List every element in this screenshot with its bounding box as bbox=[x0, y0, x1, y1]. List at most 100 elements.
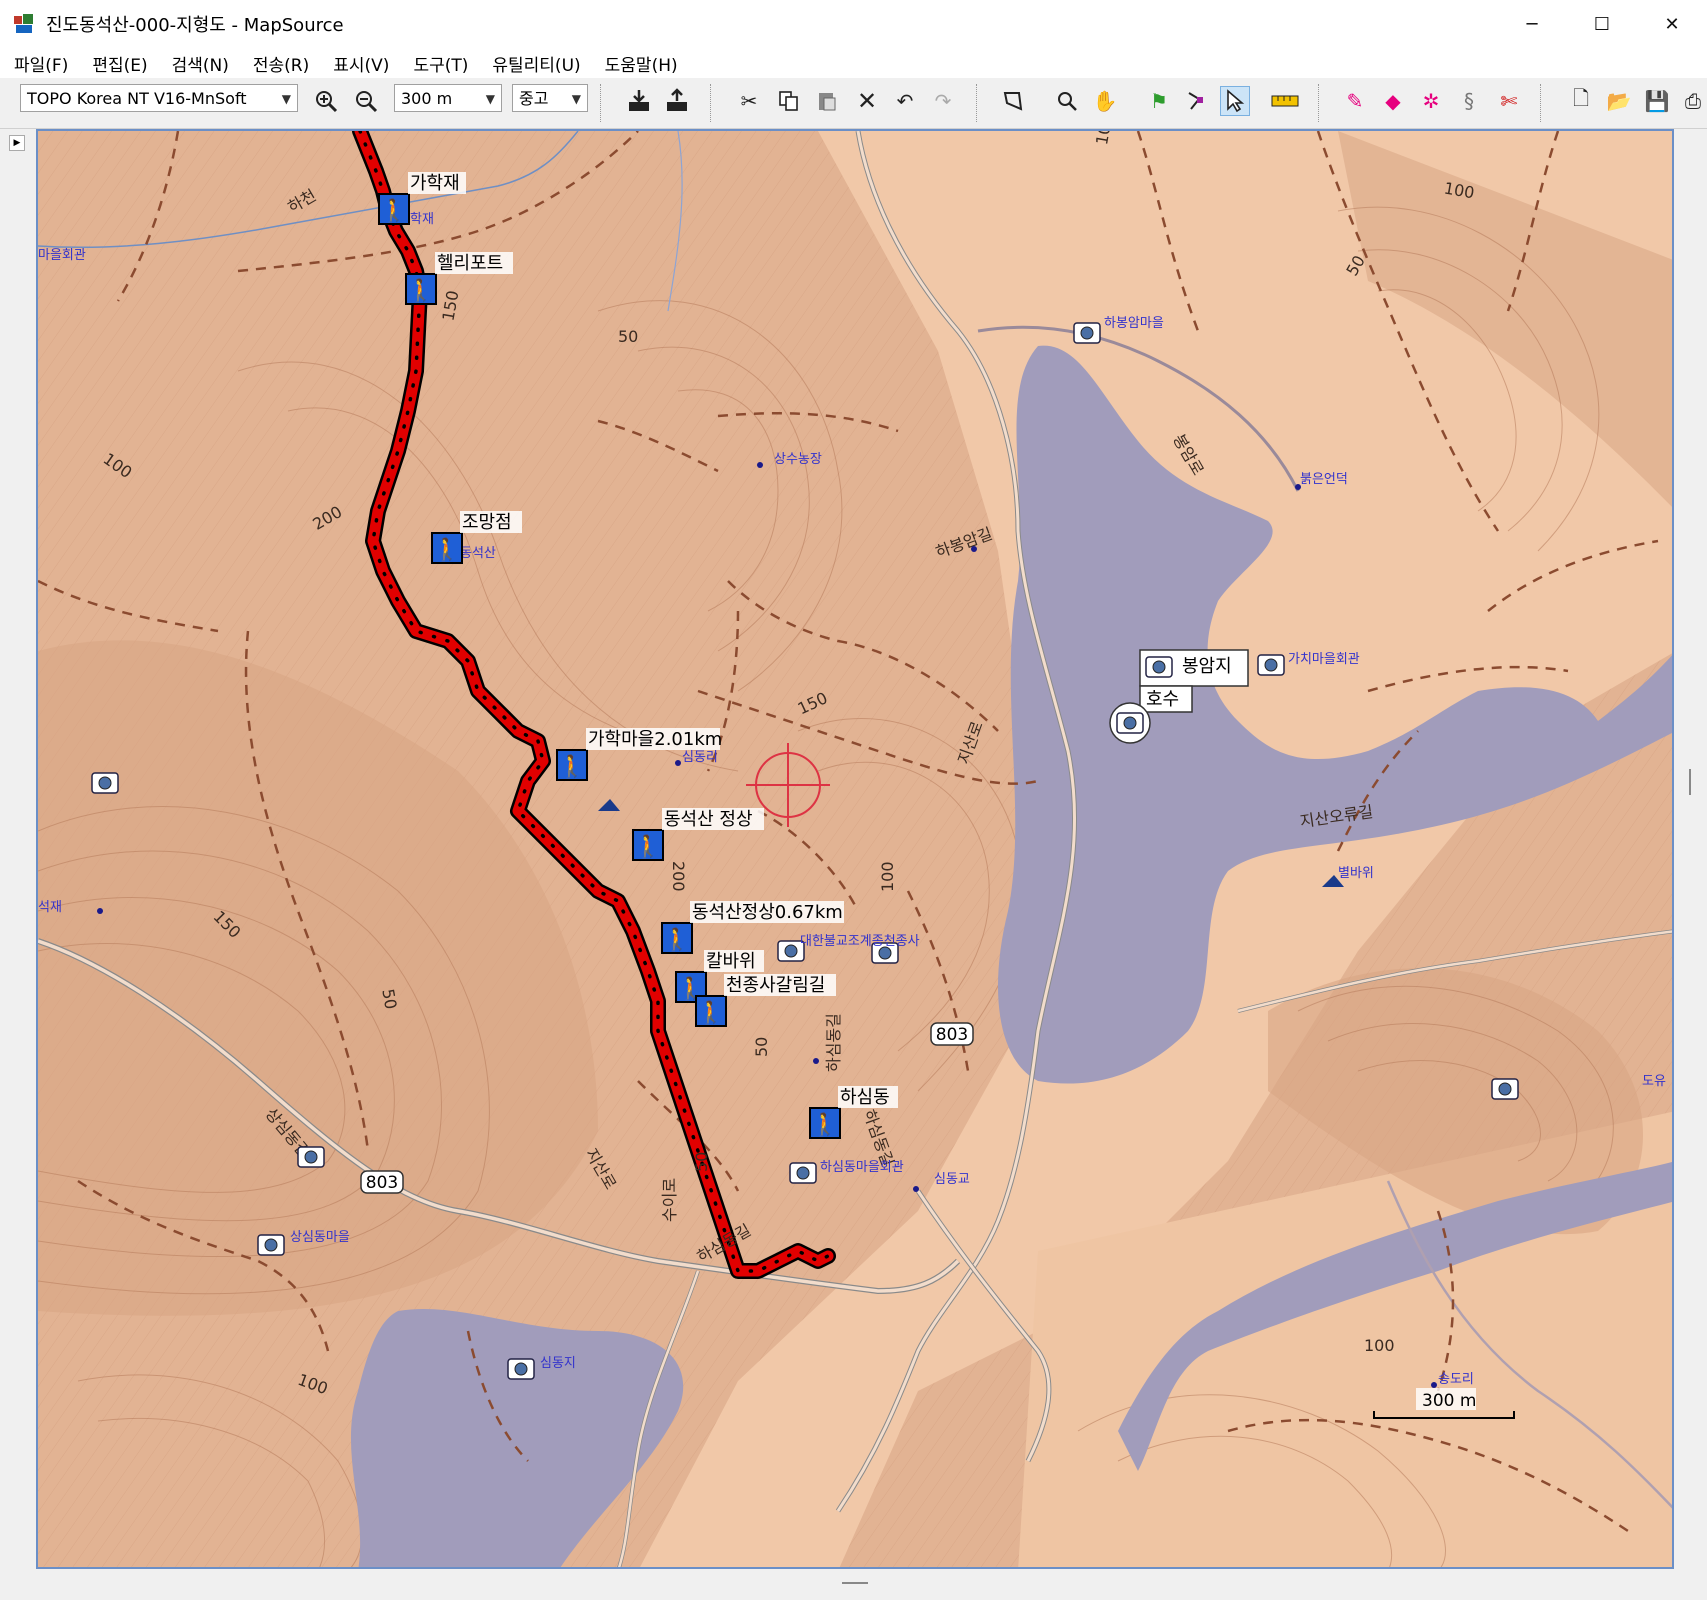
waypoint-label: 천종사갈림길 bbox=[726, 975, 825, 996]
waypoint-label: 동석산정상0.67km bbox=[692, 902, 843, 923]
delete-icon[interactable]: ✕ bbox=[852, 86, 882, 116]
copy-icon[interactable] bbox=[774, 86, 804, 116]
menu-file[interactable]: 파일(F) bbox=[14, 51, 68, 76]
road-label: 수이로 bbox=[660, 1178, 679, 1222]
menu-utilities[interactable]: 유틸리티(U) bbox=[492, 51, 580, 76]
divide-track-icon[interactable]: ✄ bbox=[1494, 86, 1524, 116]
svg-text:803: 803 bbox=[936, 1025, 968, 1045]
print-icon[interactable]: ⎙ bbox=[1678, 86, 1707, 116]
menu-help[interactable]: 도움말(H) bbox=[605, 51, 678, 76]
title-bar: 진도동석산-000-지형도 - MapSource ─ ☐ ✕ bbox=[0, 0, 1707, 48]
chevron-down-icon: ▼ bbox=[281, 92, 291, 106]
contour-label: 50 bbox=[692, 1152, 711, 1172]
place-label: 상심동마을 bbox=[290, 1230, 350, 1245]
place-label: 상수농장 bbox=[774, 452, 822, 467]
close-button[interactable]: ✕ bbox=[1637, 0, 1707, 48]
svg-text:300 m: 300 m bbox=[1422, 1391, 1476, 1411]
toolbar: TOPO Korea NT V16-MnSoft ▼ 300 m ▼ 중고 ▼ … bbox=[0, 78, 1707, 129]
photo-poi-icon[interactable] bbox=[257, 1234, 285, 1256]
expand-panel-icon[interactable]: ▶ bbox=[9, 135, 25, 151]
waypoint-label: 가학재 bbox=[410, 173, 460, 194]
waypoint-label: 가학마을2.01km bbox=[588, 729, 722, 750]
maximize-button[interactable]: ☐ bbox=[1567, 0, 1637, 48]
redo-icon[interactable]: ↷ bbox=[928, 86, 958, 116]
pencil-draw-icon[interactable]: ✎ bbox=[1340, 86, 1370, 116]
left-panel-strip: ▶ bbox=[0, 129, 36, 1600]
menu-bar: 파일(F) 편집(E) 검색(N) 전송(R) 표시(V) 도구(T) 유틸리티… bbox=[0, 48, 1707, 78]
selection-tool-icon[interactable] bbox=[1220, 86, 1250, 116]
svg-text:🚶: 🚶 bbox=[433, 537, 460, 563]
menu-transfer[interactable]: 전송(R) bbox=[253, 51, 309, 76]
cut-icon[interactable]: ✂ bbox=[734, 86, 764, 116]
photo-poi-icon[interactable] bbox=[297, 1146, 325, 1168]
map-canvas[interactable]: 803 803 150 50 100 200 150 50 150 200 10… bbox=[38, 131, 1674, 1569]
minimize-button[interactable]: ─ bbox=[1497, 0, 1567, 48]
svg-text:🚶: 🚶 bbox=[380, 198, 407, 224]
photo-poi-icon[interactable] bbox=[789, 1162, 817, 1184]
chevron-down-icon: ▼ bbox=[571, 92, 581, 106]
toolbar-separator bbox=[710, 84, 713, 122]
map-product-value: TOPO Korea NT V16-MnSoft bbox=[27, 89, 247, 108]
waypoint-label: 동석산 정상 bbox=[664, 809, 753, 830]
zoom-tool-icon[interactable] bbox=[1052, 86, 1082, 116]
new-file-icon[interactable]: 🗋 bbox=[1566, 86, 1596, 116]
place-label: 별바위 bbox=[1338, 866, 1374, 881]
poi-dot bbox=[97, 908, 103, 914]
join-tracks-icon[interactable]: § bbox=[1454, 86, 1484, 116]
toolbar-separator bbox=[600, 84, 603, 122]
mapsource-app-icon bbox=[14, 14, 34, 34]
hand-pan-icon[interactable]: ✋ bbox=[1090, 86, 1120, 116]
zoom-in-icon[interactable] bbox=[311, 86, 341, 116]
tooltip-name: 봉암지 bbox=[1182, 656, 1232, 677]
svg-text:🚶: 🚶 bbox=[634, 834, 661, 860]
paste-icon[interactable] bbox=[812, 86, 842, 116]
track-select-icon[interactable]: ✲ bbox=[1416, 86, 1446, 116]
place-label: 붉은언덕 bbox=[1300, 472, 1348, 487]
photo-poi-icon[interactable] bbox=[1257, 654, 1285, 676]
photo-poi-icon[interactable] bbox=[507, 1358, 535, 1380]
poi-dot bbox=[757, 462, 763, 468]
menu-edit[interactable]: 편집(E) bbox=[92, 51, 147, 76]
contour-label: 200 bbox=[669, 861, 688, 892]
undo-icon[interactable]: ↶ bbox=[890, 86, 920, 116]
map-product-select[interactable]: TOPO Korea NT V16-MnSoft ▼ bbox=[20, 84, 298, 112]
measure-ruler-icon[interactable] bbox=[1270, 86, 1300, 116]
contour-label: 50 bbox=[618, 327, 638, 346]
menu-search[interactable]: 검색(N) bbox=[172, 51, 229, 76]
route-tool-icon[interactable] bbox=[1182, 86, 1212, 116]
route-shield: 803 bbox=[360, 1170, 404, 1194]
poi-dot bbox=[913, 1186, 919, 1192]
menu-view[interactable]: 표시(V) bbox=[333, 51, 389, 76]
save-icon[interactable]: 💾 bbox=[1642, 86, 1672, 116]
contour-label: 50 bbox=[752, 1037, 771, 1057]
place-label: 대한불교조계종천종사 bbox=[800, 934, 920, 949]
waypoint-flag-icon[interactable]: ⚑ bbox=[1144, 86, 1174, 116]
place-label: 송도리 bbox=[1438, 1372, 1474, 1387]
place-label: 도유 bbox=[1642, 1074, 1666, 1089]
photo-poi-icon[interactable] bbox=[1491, 1078, 1519, 1100]
menu-tools[interactable]: 도구(T) bbox=[413, 51, 468, 76]
photo-poi-icon[interactable] bbox=[1073, 322, 1101, 344]
vertical-splitter-handle[interactable] bbox=[1689, 769, 1691, 795]
eraser-icon[interactable]: ◆ bbox=[1378, 86, 1408, 116]
contour-label: 100 bbox=[1364, 1336, 1395, 1355]
send-to-device-icon[interactable] bbox=[662, 86, 692, 116]
place-label: 심동리 bbox=[682, 750, 718, 765]
photo-poi-icon[interactable] bbox=[91, 772, 119, 794]
map-view[interactable]: 803 803 150 50 100 200 150 50 150 200 10… bbox=[36, 129, 1674, 1569]
detail-level-select[interactable]: 중고 ▼ bbox=[512, 84, 588, 112]
open-folder-icon[interactable]: 📂 bbox=[1604, 86, 1634, 116]
right-panel-strip bbox=[1674, 129, 1707, 1600]
zoom-scale-select[interactable]: 300 m ▼ bbox=[394, 84, 502, 112]
receive-from-device-icon[interactable] bbox=[624, 86, 654, 116]
zoom-out-icon[interactable] bbox=[351, 86, 381, 116]
map-select-tool-icon[interactable] bbox=[998, 86, 1028, 116]
horizontal-splitter-handle[interactable] bbox=[842, 1582, 868, 1584]
detail-level-value: 중고 bbox=[519, 89, 549, 108]
tooltip-type: 호수 bbox=[1146, 689, 1179, 710]
place-label: 석재 bbox=[38, 900, 62, 915]
waypoint-label: 헬리포트 bbox=[437, 253, 503, 274]
poi-dot bbox=[813, 1058, 819, 1064]
place-label: 하봉암마을 bbox=[1104, 316, 1164, 331]
svg-text:🚶: 🚶 bbox=[663, 927, 690, 953]
